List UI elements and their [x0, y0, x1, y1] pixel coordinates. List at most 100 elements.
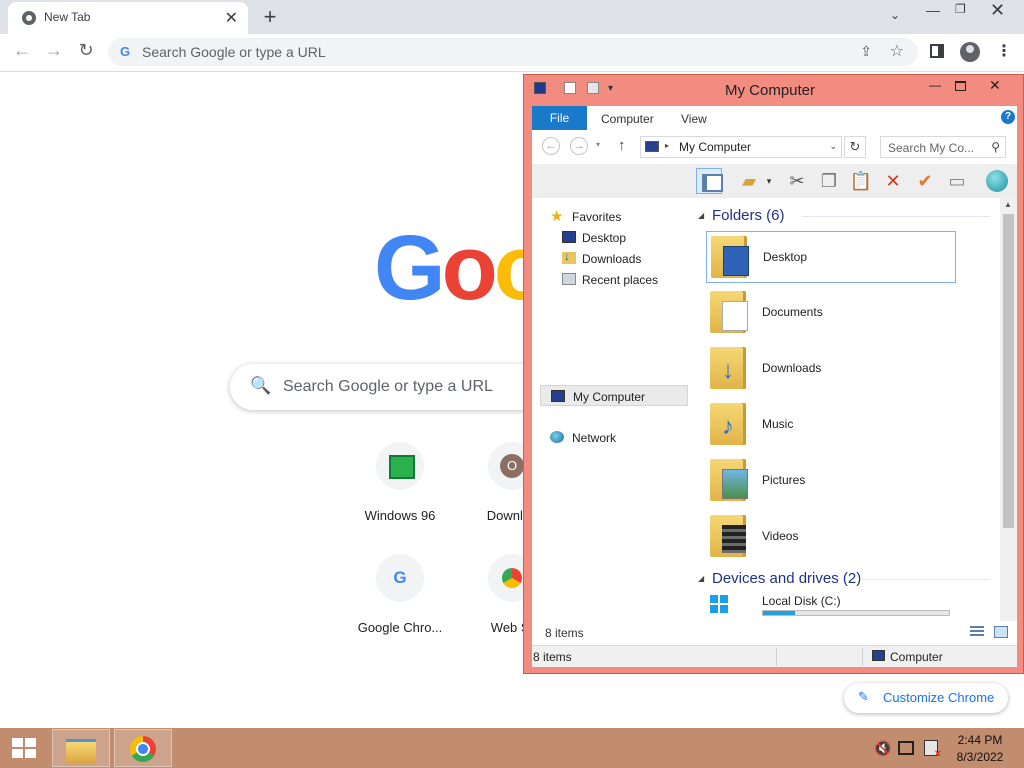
folder-documents[interactable]: Documents	[706, 287, 956, 339]
tab-search-button[interactable]: ⌄	[890, 8, 900, 22]
nav-item-recent-places[interactable]: Recent places	[532, 269, 690, 290]
folder-desktop[interactable]: Desktop	[706, 231, 956, 283]
taskbar-chrome[interactable]	[114, 729, 172, 767]
back-button[interactable]: ←	[10, 40, 34, 61]
nav-item-desktop[interactable]: Desktop	[532, 227, 690, 248]
google-logo: Goo	[374, 222, 550, 314]
computer-icon	[551, 390, 565, 402]
paste-button[interactable]: 📋	[848, 168, 874, 194]
taskbar-file-explorer[interactable]	[52, 729, 110, 767]
folder-videos[interactable]: Videos	[706, 511, 956, 563]
file-tab[interactable]: File	[532, 106, 587, 130]
browser-minimize-button[interactable]: —	[926, 2, 940, 18]
file-list: ◢ Folders (6) Desktop Documents Download…	[690, 198, 1000, 643]
chrome-favicon-icon	[22, 11, 36, 25]
explorer-titlebar[interactable]: ▾ My Computer — ✕	[524, 75, 1023, 103]
windows-96-icon	[376, 442, 424, 490]
cut-button[interactable]: ✂	[784, 168, 810, 194]
folder-label: Pictures	[762, 473, 806, 487]
new-tab-button[interactable]: +	[260, 4, 280, 30]
breadcrumb[interactable]: My Computer	[679, 140, 751, 154]
forward-button[interactable]: →	[570, 137, 588, 155]
check-button[interactable]: ✔	[912, 168, 938, 194]
folder-icon	[710, 515, 746, 557]
properties-button[interactable]: ▭	[944, 168, 970, 194]
large-icons-view-icon[interactable]	[994, 626, 1008, 638]
up-button[interactable]: ↑	[618, 137, 626, 154]
volume-muted-icon[interactable]: 🔇	[874, 740, 891, 757]
forward-button[interactable]: →	[42, 40, 66, 61]
globe-icon[interactable]	[984, 168, 1010, 194]
network-icon[interactable]	[898, 741, 914, 755]
browser-close-button[interactable]: ✕	[990, 0, 1005, 21]
share-icon[interactable]: ⇪	[860, 43, 872, 60]
action-center-flag-icon[interactable]	[924, 740, 941, 760]
close-button[interactable]: ✕	[989, 77, 1001, 94]
navigation-pane: ★ Favorites Desktop Downloads Recent pla…	[532, 198, 690, 643]
nav-item-my-computer[interactable]: My Computer	[540, 385, 688, 406]
details-view-icon[interactable]	[970, 626, 984, 638]
reload-button[interactable]: ↻	[74, 40, 98, 61]
tab-close-button[interactable]: ✕	[225, 8, 238, 28]
search-icon[interactable]: ⚲	[991, 140, 1000, 154]
group-header-devices[interactable]: ◢ Devices and drives (2)	[690, 569, 990, 589]
tab-title: New Tab	[44, 10, 91, 24]
shortcut-windows-96[interactable]: Windows 96	[344, 442, 456, 523]
recent-places-icon	[562, 273, 576, 285]
clock-date[interactable]: 8/3/2022	[946, 750, 1014, 764]
breadcrumb-separator-icon[interactable]: ▸	[665, 141, 669, 150]
vertical-scrollbar[interactable]: ▲ ▼	[1000, 198, 1017, 643]
folder-label: Music	[762, 417, 794, 431]
maximize-button[interactable]	[955, 81, 966, 91]
minimize-button[interactable]: —	[929, 78, 941, 92]
tab-view[interactable]: View	[681, 112, 707, 126]
chrome-menu-icon[interactable]: ⋮	[996, 41, 1012, 61]
profile-avatar-icon[interactable]	[960, 42, 980, 62]
scroll-thumb[interactable]	[1003, 214, 1014, 528]
bookmark-star-icon[interactable]: ☆	[890, 41, 904, 61]
folder-downloads[interactable]: Downloads	[706, 343, 956, 395]
group-header-folders[interactable]: ◢ Folders (6)	[690, 206, 990, 226]
copy-button[interactable]: ❐	[816, 168, 842, 194]
group-label: Folders (6)	[712, 207, 785, 224]
desktop-icon	[562, 231, 576, 243]
chevron-down-icon[interactable]: ⌄	[829, 141, 837, 152]
downloads-icon	[562, 249, 576, 264]
tab-new-tab[interactable]: New Tab ✕	[8, 2, 248, 34]
google-icon: G	[120, 44, 131, 59]
customize-chrome-button[interactable]: ✎ Customize Chrome	[844, 683, 1008, 713]
address-bar-placeholder: Search Google or type a URL	[142, 44, 326, 60]
drive-usage-bar	[762, 610, 950, 616]
chevron-down-icon[interactable]: ▾	[762, 168, 776, 194]
window-title: My Computer	[724, 82, 816, 99]
delete-button[interactable]: ✕	[880, 168, 906, 194]
search-input[interactable]: Search My Co... ⚲	[880, 136, 1006, 158]
clock-time[interactable]: 2:44 PM	[946, 733, 1014, 747]
status-bar: 8 items Computer	[532, 645, 1017, 667]
start-button[interactable]	[0, 728, 48, 768]
browser-restore-button[interactable]: ❐	[955, 2, 966, 16]
path-box[interactable]: ▸ My Computer ⌄	[640, 136, 842, 158]
browser-toolbar: ← → ↻ G Search Google or type a URL ⇪ ☆ …	[0, 34, 1024, 72]
recent-locations-dropdown[interactable]: ▾	[596, 140, 600, 149]
refresh-button[interactable]: ↻	[844, 136, 866, 158]
tab-computer[interactable]: Computer	[601, 112, 654, 126]
shortcut-google-chrome[interactable]: Google Chro...	[344, 554, 456, 635]
help-icon[interactable]: ?	[1001, 110, 1015, 124]
nav-item-network[interactable]: Network	[532, 427, 690, 448]
folder-icon	[710, 291, 748, 333]
folder-options-button[interactable]: ▰	[736, 168, 762, 194]
nav-item-label: Favorites	[572, 210, 622, 224]
layout-pane-button[interactable]	[696, 168, 723, 194]
back-button[interactable]: ←	[542, 137, 560, 155]
side-panel-icon[interactable]	[930, 44, 944, 58]
nav-item-favorites[interactable]: ★ Favorites	[532, 206, 690, 227]
divider	[776, 648, 777, 666]
divider	[862, 648, 863, 666]
folder-pictures[interactable]: Pictures	[706, 455, 956, 507]
google-icon	[376, 554, 424, 602]
folder-music[interactable]: Music	[706, 399, 956, 451]
nav-item-downloads[interactable]: Downloads	[532, 248, 690, 269]
scroll-up-icon[interactable]: ▲	[1004, 200, 1012, 209]
address-bar[interactable]: G Search Google or type a URL ⇪ ☆	[108, 38, 918, 66]
